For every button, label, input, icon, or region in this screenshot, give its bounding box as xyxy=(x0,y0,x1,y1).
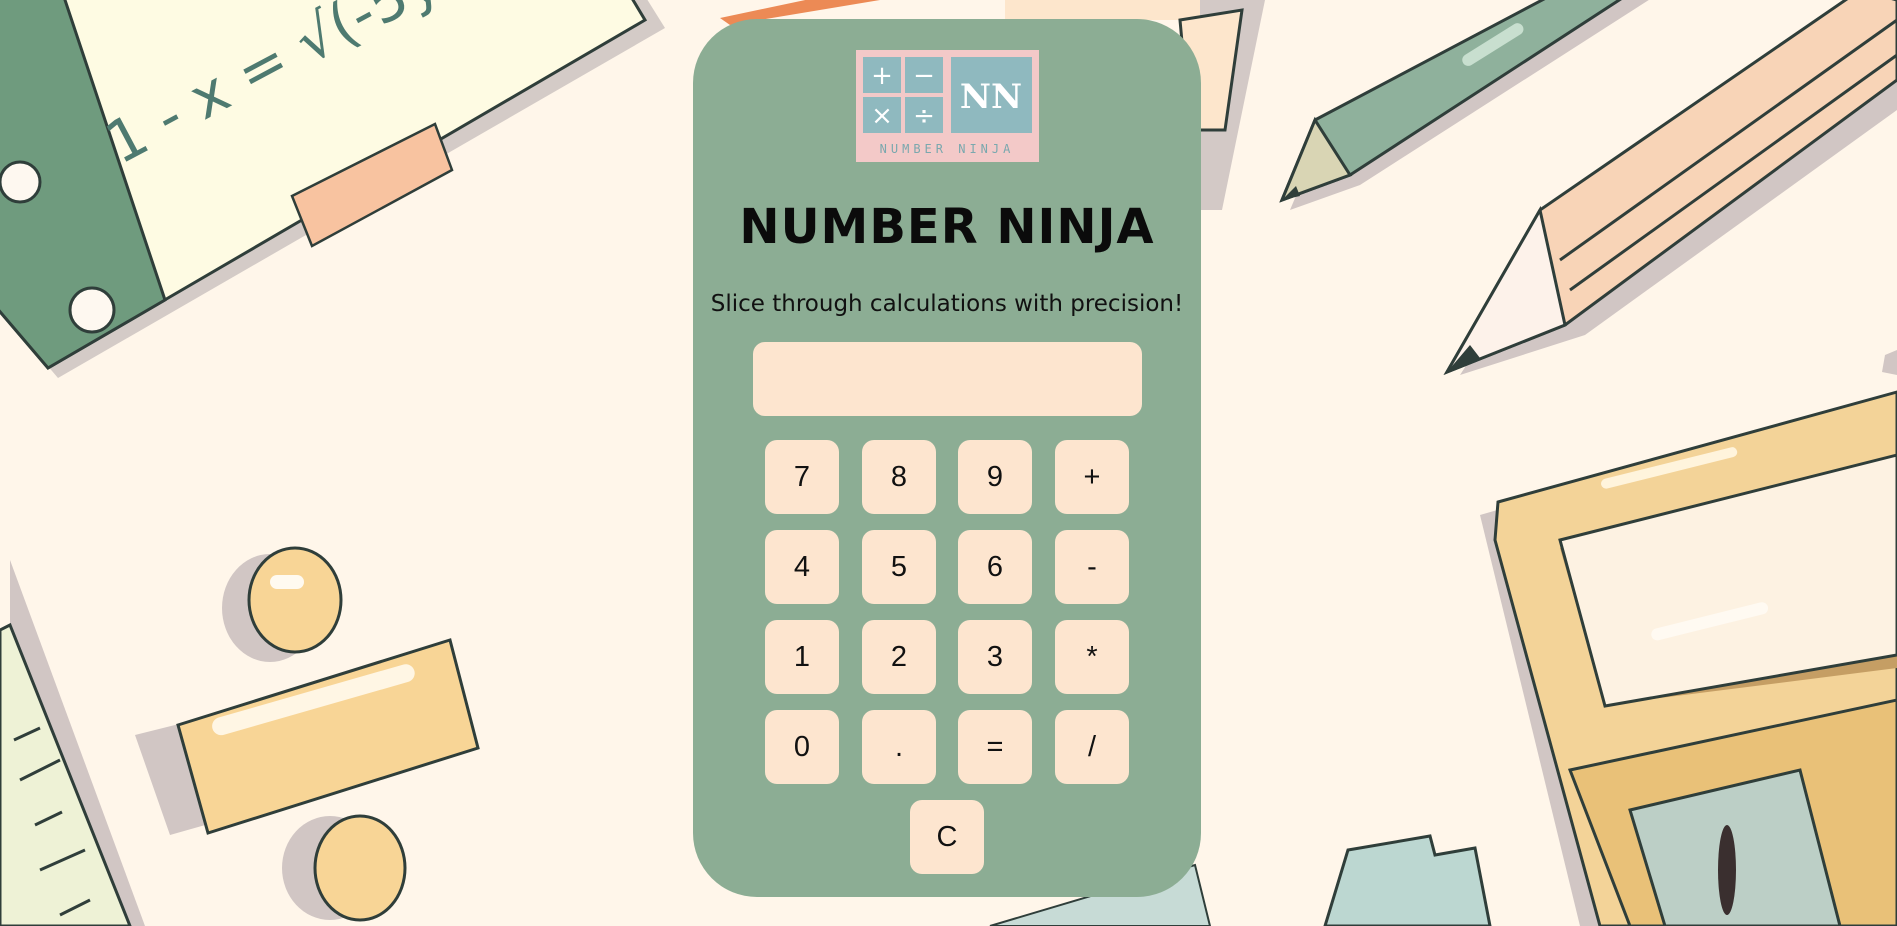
times-icon: × xyxy=(871,101,893,131)
key-subtract[interactable]: - xyxy=(1055,530,1129,604)
tagline: Slice through calculations with precisio… xyxy=(710,291,1184,317)
key-3[interactable]: 3 xyxy=(958,620,1032,694)
calculator-display[interactable] xyxy=(753,342,1142,416)
key-5[interactable]: 5 xyxy=(862,530,936,604)
divide-icon: ÷ xyxy=(913,101,935,131)
key-equals[interactable]: = xyxy=(958,710,1032,784)
number-ninja-logo: + − × ÷ NN NUMBER NINJA xyxy=(856,50,1039,162)
notebook-illustration: 1 - x = √(-5y - x) xyxy=(0,0,665,378)
key-8[interactable]: 8 xyxy=(862,440,936,514)
key-1[interactable]: 1 xyxy=(765,620,839,694)
calculator-illustration xyxy=(1480,390,1897,926)
key-0[interactable]: 0 xyxy=(765,710,839,784)
key-decimal[interactable]: . xyxy=(862,710,936,784)
key-divide[interactable]: / xyxy=(1055,710,1129,784)
minus-icon: − xyxy=(913,61,935,91)
page-title: NUMBER NINJA xyxy=(739,199,1155,255)
key-7[interactable]: 7 xyxy=(765,440,839,514)
logo-monogram: NN xyxy=(960,77,1022,117)
plus-icon: + xyxy=(871,61,893,91)
key-9[interactable]: 9 xyxy=(958,440,1032,514)
key-add[interactable]: + xyxy=(1055,440,1129,514)
key-4[interactable]: 4 xyxy=(765,530,839,604)
key-clear[interactable]: C xyxy=(910,800,984,874)
logo-wordmark: NUMBER NINJA xyxy=(880,142,1015,156)
math-symbols-illustration xyxy=(0,546,480,926)
key-6[interactable]: 6 xyxy=(958,530,1032,604)
key-2[interactable]: 2 xyxy=(862,620,936,694)
key-multiply[interactable]: * xyxy=(1055,620,1129,694)
